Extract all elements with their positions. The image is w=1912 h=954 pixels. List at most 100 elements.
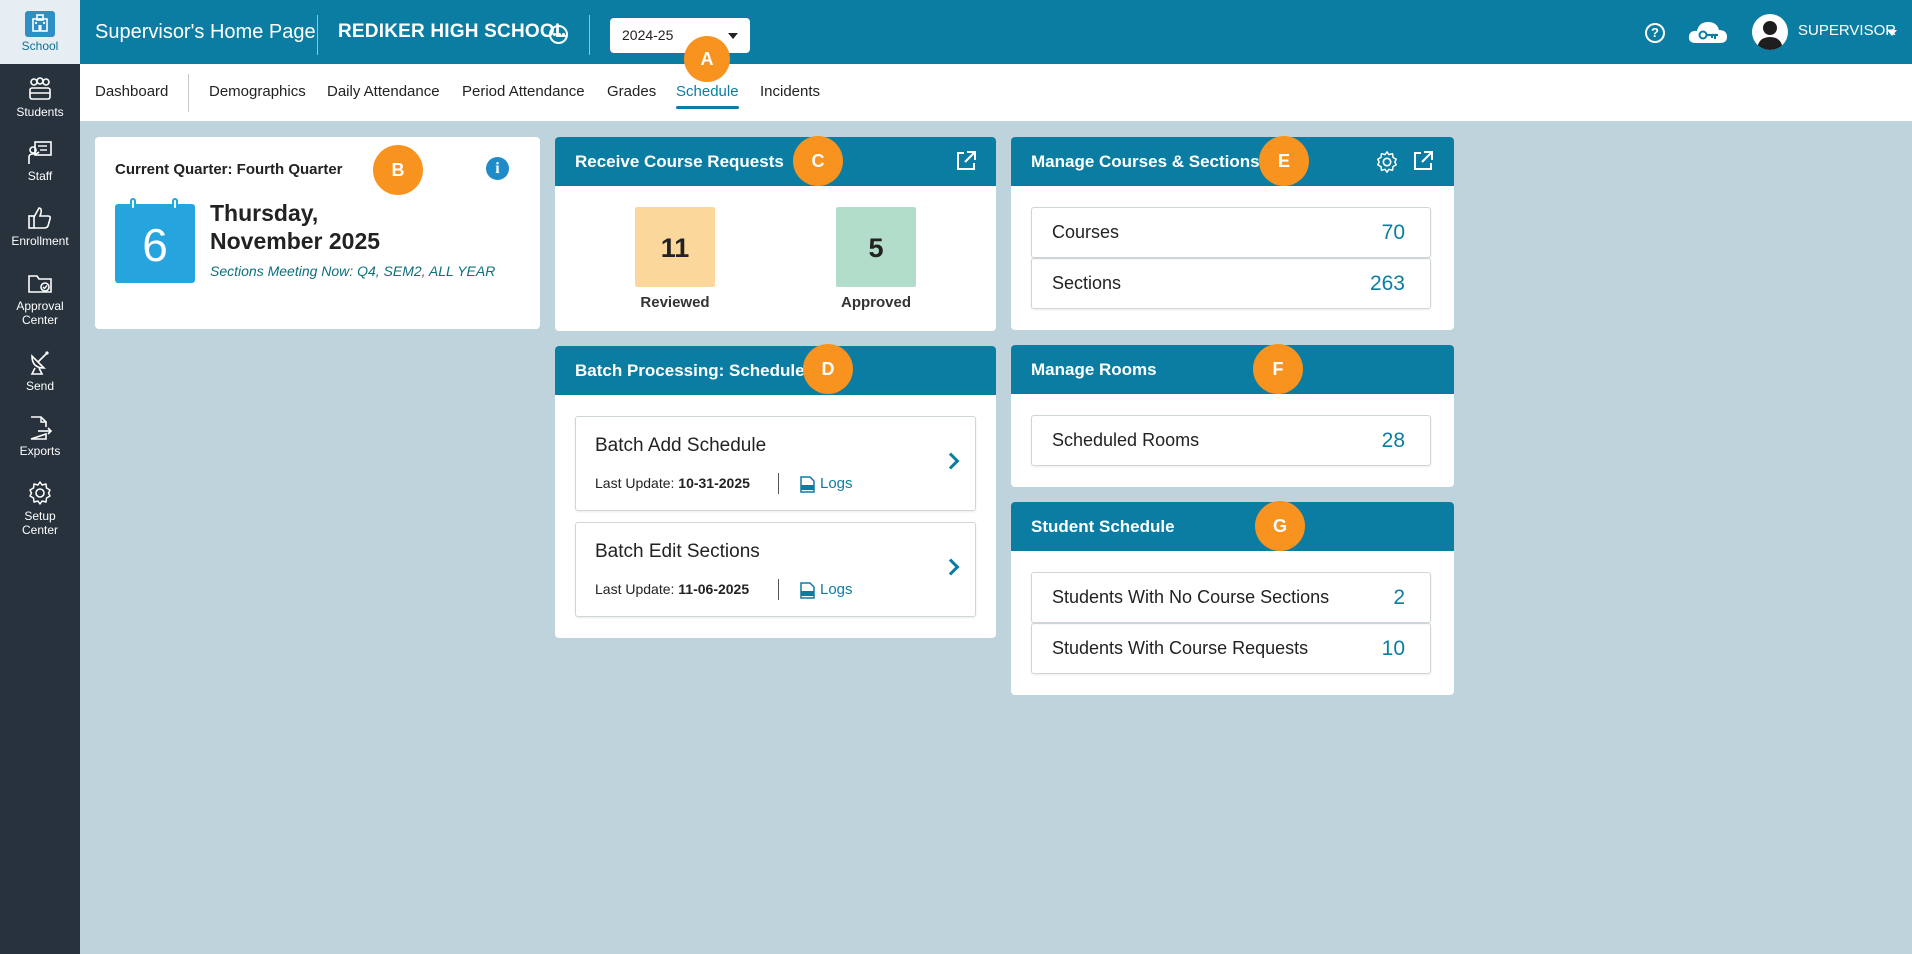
thumbs-up-icon <box>28 207 52 229</box>
tab-demographics[interactable]: Demographics <box>209 83 306 100</box>
batch-edit-sections-item[interactable]: Batch Edit Sections Last Update: 11-06-2… <box>575 522 976 617</box>
stat-label: Courses <box>1052 222 1120 242</box>
stat-label: Sections <box>1052 273 1122 293</box>
cloud-key-icon[interactable] <box>1687 19 1729 45</box>
reviewed-label: Reviewed <box>640 294 710 311</box>
batch-add-schedule-item[interactable]: Batch Add Schedule Last Update: 10-31-20… <box>575 416 976 511</box>
rail-item-staff[interactable]: Staff <box>0 140 80 183</box>
rail-item-exports[interactable]: Exports <box>0 415 80 458</box>
batch-update-date: 11-06-2025 <box>678 581 750 597</box>
school-year-select[interactable]: 2024-25 <box>610 18 750 53</box>
calendar-ring <box>130 198 136 210</box>
stat-value: 2 <box>1393 586 1405 609</box>
gear-icon <box>29 481 51 505</box>
marker-c: C <box>793 136 843 186</box>
external-link-icon[interactable] <box>1412 150 1434 172</box>
manage-courses-sections-card: Manage Courses & Sections Courses 70 Sec… <box>1011 137 1454 330</box>
weekday-label: Thursday, <box>210 200 319 226</box>
meta-divider <box>778 579 779 600</box>
school-building-icon <box>25 11 55 37</box>
student-schedule-card: Student Schedule Students With No Course… <box>1011 502 1454 695</box>
card-title: Student Schedule <box>1031 517 1175 536</box>
stat-label: Scheduled Rooms <box>1052 430 1200 450</box>
page-title: Supervisor's Home Page <box>95 21 316 43</box>
rail-label: Send <box>25 379 55 393</box>
rail-label: Exports <box>19 444 61 458</box>
help-icon[interactable]: ? <box>1645 23 1665 43</box>
tab-grades[interactable]: Grades <box>607 83 656 100</box>
tab-daily-attendance[interactable]: Daily Attendance <box>327 83 440 100</box>
card-title: Batch Processing: Schedule <box>575 361 805 380</box>
rail-label-2: Center <box>21 313 59 327</box>
rail-item-school[interactable]: School <box>0 0 80 64</box>
card-header: Manage Courses & Sections <box>1011 137 1454 186</box>
marker-d: D <box>803 344 853 394</box>
gear-icon[interactable] <box>1375 150 1399 174</box>
school-year-value: 2024-25 <box>622 27 674 43</box>
rail-item-students[interactable]: Students <box>0 76 80 119</box>
card-header: Receive Course Requests <box>555 137 996 186</box>
batch-last-update: Last Update: 10-31-2025 <box>595 475 750 491</box>
chevron-right-icon[interactable] <box>942 452 960 470</box>
rail-item-approval-center[interactable]: Approval Center <box>0 270 80 327</box>
chevron-down-icon <box>728 33 738 39</box>
rail-item-send[interactable]: Send <box>0 350 80 393</box>
card-title: Manage Courses & Sections <box>1031 152 1260 171</box>
rail-label: Setup <box>24 509 56 523</box>
tab-period-attendance[interactable]: Period Attendance <box>462 83 585 100</box>
meta-divider <box>778 473 779 494</box>
school-more-button[interactable] <box>549 25 568 44</box>
rail-label: Students <box>16 105 64 119</box>
receive-course-requests-card: Receive Course Requests 11 Reviewed 5 Ap… <box>555 137 996 331</box>
card-title: Manage Rooms <box>1031 360 1157 379</box>
batch-item-title: Batch Add Schedule <box>595 435 767 456</box>
sections-row[interactable]: Sections 263 <box>1031 258 1431 309</box>
course-requests-row[interactable]: Students With Course Requests 10 <box>1031 623 1431 674</box>
marker-a: A <box>684 36 730 82</box>
left-nav-rail: School Students Staff Enrollment Approva… <box>0 0 80 954</box>
current-quarter-card: Current Quarter: Fourth Quarter i 6 Thur… <box>95 137 540 329</box>
stat-value: 28 <box>1381 429 1405 452</box>
sections-meeting-now: Sections Meeting Now: Q4, SEM2, ALL YEAR <box>210 263 496 279</box>
file-export-icon <box>30 416 53 440</box>
chevron-down-icon[interactable] <box>1887 30 1897 36</box>
rail-item-enrollment[interactable]: Enrollment <box>0 205 80 248</box>
approved-count[interactable]: 5 <box>836 207 916 287</box>
current-quarter-label: Current Quarter: Fourth Quarter <box>115 161 343 178</box>
stat-value: 70 <box>1381 221 1405 244</box>
info-icon[interactable]: i <box>486 157 509 180</box>
stat-value: 263 <box>1369 272 1405 295</box>
calendar-icon: 6 <box>115 198 195 283</box>
staff-presenter-icon <box>28 141 52 164</box>
stat-label: Students With No Course Sections <box>1052 587 1330 607</box>
logs-link[interactable]: Logs <box>820 581 853 598</box>
tab-schedule[interactable]: Schedule <box>676 83 739 109</box>
month-year-label: November 2025 <box>210 228 381 254</box>
batch-last-update: Last Update: 11-06-2025 <box>595 581 750 597</box>
students-group-icon <box>29 77 51 100</box>
log-file-icon[interactable] <box>800 582 815 599</box>
courses-row[interactable]: Courses 70 <box>1031 207 1431 258</box>
external-link-icon[interactable] <box>955 150 977 172</box>
rail-label: Staff <box>27 169 53 183</box>
log-file-icon[interactable] <box>800 476 815 493</box>
user-menu-label[interactable]: SUPERVISOR <box>1798 22 1896 39</box>
marker-g: G <box>1255 501 1305 551</box>
avatar[interactable] <box>1752 14 1788 50</box>
tab-dashboard[interactable]: Dashboard <box>95 83 168 100</box>
tab-incidents[interactable]: Incidents <box>760 83 820 100</box>
chevron-right-icon[interactable] <box>942 558 960 576</box>
rail-label: Approval <box>16 299 64 313</box>
marker-f: F <box>1253 344 1303 394</box>
top-bar: Supervisor's Home Page REDIKER HIGH SCHO… <box>80 0 1912 64</box>
stat-value: 10 <box>1381 637 1405 660</box>
card-header: Manage Rooms <box>1011 345 1454 394</box>
no-course-sections-row[interactable]: Students With No Course Sections 2 <box>1031 572 1431 623</box>
reviewed-count[interactable]: 11 <box>635 207 715 287</box>
marker-b: B <box>373 145 423 195</box>
header-divider <box>589 15 590 55</box>
rail-item-setup-center[interactable]: Setup Center <box>0 480 80 537</box>
scheduled-rooms-row[interactable]: Scheduled Rooms 28 <box>1031 415 1431 466</box>
batch-item-title: Batch Edit Sections <box>595 541 760 562</box>
logs-link[interactable]: Logs <box>820 475 853 492</box>
